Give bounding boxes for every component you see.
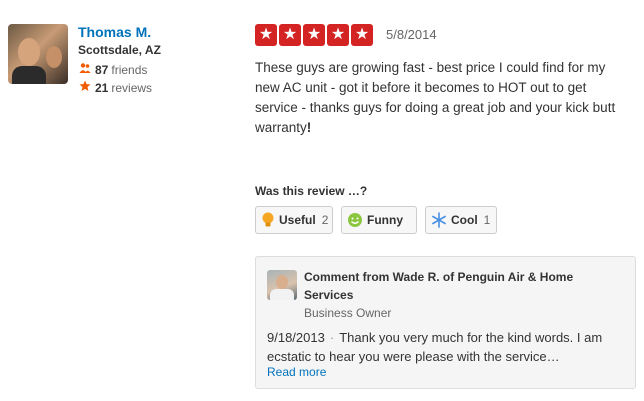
vote-buttons: Useful 2 Funny Cool 1 bbox=[255, 206, 497, 234]
review-date: 5/8/2014 bbox=[386, 27, 437, 42]
owner-avatar-shirt bbox=[270, 289, 294, 300]
avatar-face bbox=[18, 38, 40, 66]
cool-count: 1 bbox=[483, 213, 491, 227]
star-icon: ★ bbox=[255, 24, 277, 46]
owner-avatar-face bbox=[276, 275, 288, 289]
reviews-label: reviews bbox=[111, 80, 153, 95]
comment-role: Business Owner bbox=[304, 306, 392, 320]
star-icon: ★ bbox=[303, 24, 325, 46]
comment-separator: · bbox=[329, 330, 335, 345]
friends-icon bbox=[78, 62, 92, 77]
owner-avatar[interactable] bbox=[267, 270, 297, 300]
review-text: These guys are growing fast - best price… bbox=[255, 58, 630, 138]
owner-comment: Comment from Wade R. of Penguin Air & Ho… bbox=[255, 256, 636, 389]
user-avatar[interactable] bbox=[8, 24, 68, 84]
useful-count: 2 bbox=[321, 213, 329, 227]
vote-question: Was this review …? bbox=[255, 184, 368, 198]
review-text-end: ! bbox=[306, 120, 312, 135]
comment-title: Comment from Wade R. of Penguin Air & Ho… bbox=[304, 270, 574, 302]
cool-button[interactable]: Cool 1 bbox=[425, 206, 497, 234]
star-icon bbox=[78, 80, 92, 95]
lightbulb-icon bbox=[261, 212, 275, 228]
star-rating: ★ ★ ★ ★ ★ bbox=[255, 24, 373, 46]
reviews-stat: 21 reviews bbox=[78, 80, 152, 95]
comment-body: 9/18/2013 · Thank you very much for the ki… bbox=[267, 328, 629, 366]
user-location: Scottsdale, AZ bbox=[78, 43, 161, 57]
star-icon: ★ bbox=[351, 24, 373, 46]
friends-stat: 87 friends bbox=[78, 62, 147, 77]
useful-button[interactable]: Useful 2 bbox=[255, 206, 333, 234]
friends-label: friends bbox=[111, 62, 148, 77]
read-more-link[interactable]: Read more bbox=[267, 365, 326, 379]
user-name-link[interactable]: Thomas M. bbox=[78, 24, 151, 40]
reviews-count: 21 bbox=[95, 80, 109, 95]
star-icon: ★ bbox=[327, 24, 349, 46]
cool-label: Cool bbox=[451, 213, 478, 227]
friends-count: 87 bbox=[95, 62, 109, 77]
funny-label: Funny bbox=[367, 213, 403, 227]
avatar-face-secondary bbox=[46, 46, 62, 68]
smiley-icon bbox=[347, 212, 363, 228]
star-icon: ★ bbox=[279, 24, 301, 46]
funny-button[interactable]: Funny bbox=[341, 206, 417, 234]
snowflake-icon bbox=[431, 212, 447, 228]
useful-label: Useful bbox=[279, 213, 316, 227]
avatar-shirt bbox=[12, 66, 46, 84]
comment-date: 9/18/2013 bbox=[267, 330, 325, 345]
